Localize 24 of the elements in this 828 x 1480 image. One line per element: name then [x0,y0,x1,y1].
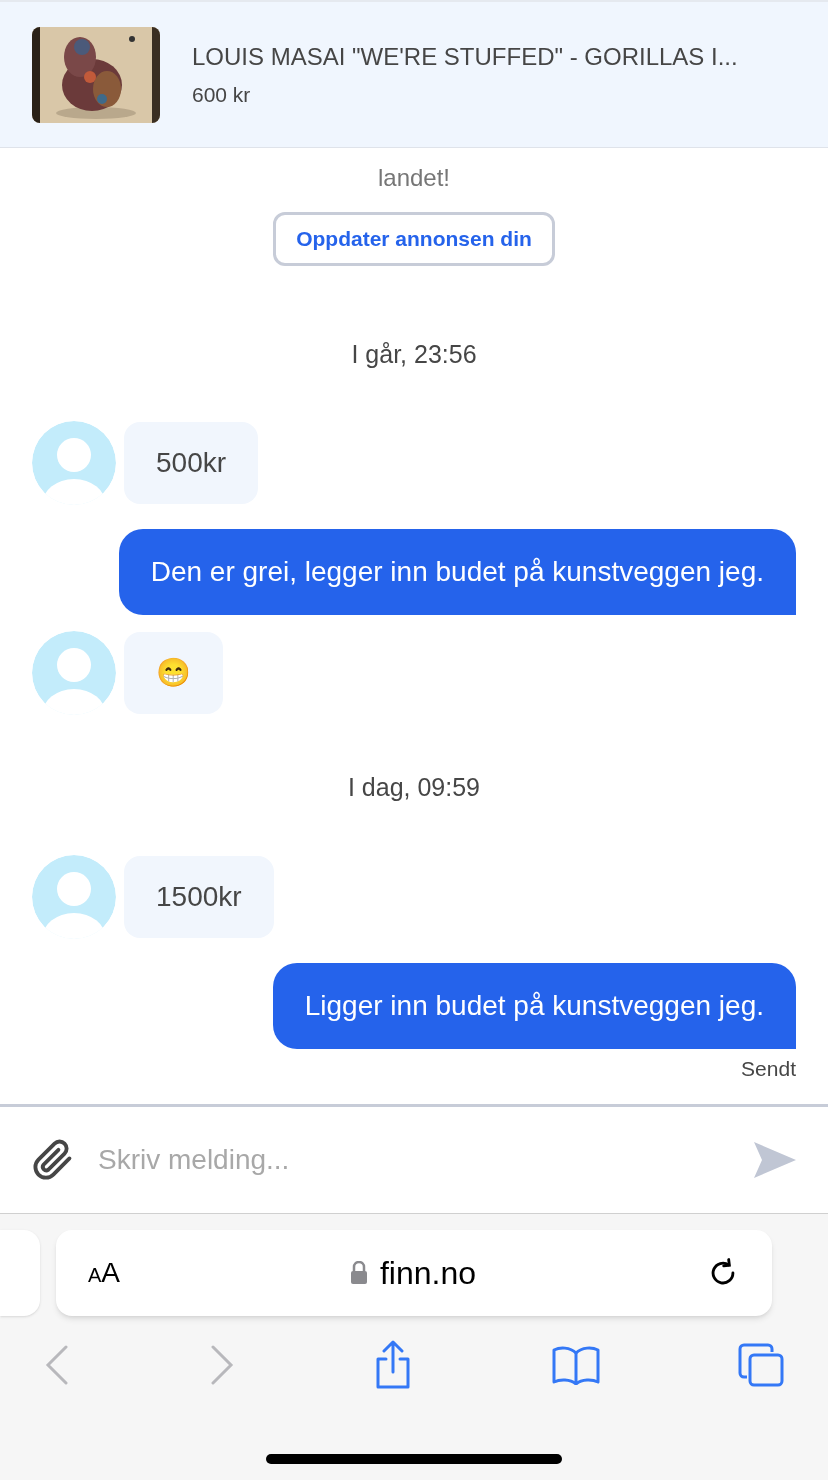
message-status: Sendt [741,1055,796,1082]
sent-message: Den er grei, legger inn budet på kunstveggen jeg. [118,529,796,615]
notice-text: landet! [377,163,451,193]
received-message: 500kr [124,422,259,504]
url-text: finn.no [379,1254,477,1293]
timestamp: I går, 23:56 [351,338,477,370]
message-input[interactable]: Skriv melding... [98,1139,730,1181]
lock-icon [349,1261,368,1285]
listing-header[interactable]: LOUIS MASAI "WE'RE STUFFED" - GORILLAS I... 600 kr [0,0,828,148]
bookmarks-icon[interactable] [551,1345,600,1385]
sent-message: Ligger inn budet på kunstveggen jeg. [272,962,796,1049]
paperclip-icon[interactable] [32,1139,74,1181]
avatar-icon [32,421,116,505]
listing-price: 600 kr [192,81,252,108]
address-bar[interactable]: AA finn.no [56,1230,772,1316]
avatar-icon [32,854,116,939]
received-message: 😁 [124,632,223,714]
update-ad-button[interactable]: Oppdater annonsen din [273,212,555,266]
timestamp: I dag, 09:59 [347,772,481,803]
received-message: 1500kr [124,855,274,938]
listing-title: LOUIS MASAI "WE'RE STUFFED" - GORILLAS I... [192,41,738,72]
avatar-icon [32,631,116,715]
text-size-button[interactable]: AA [88,1252,121,1294]
tabs-icon[interactable] [738,1343,784,1387]
